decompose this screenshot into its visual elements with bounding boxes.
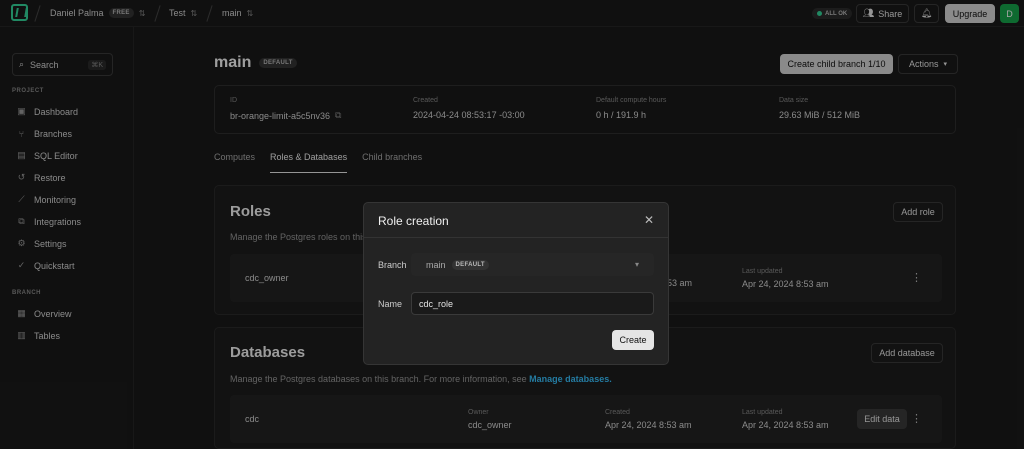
create-button[interactable]: Create	[612, 330, 654, 350]
branch-label: Branch	[378, 260, 407, 270]
default-badge: DEFAULT	[451, 259, 489, 270]
dialog-title: Role creation	[378, 214, 449, 228]
branch-select-value: main	[426, 259, 446, 270]
role-name-input[interactable]: cdc_role	[411, 292, 654, 315]
branch-select[interactable]: main DEFAULT ▾	[411, 253, 654, 276]
close-icon[interactable]: ✕	[644, 213, 654, 227]
divider	[364, 237, 668, 238]
name-label: Name	[378, 299, 403, 309]
chevron-down-icon: ▾	[634, 260, 639, 269]
role-creation-dialog: Role creation ✕ Branch main DEFAULT ▾ Na…	[363, 202, 669, 365]
